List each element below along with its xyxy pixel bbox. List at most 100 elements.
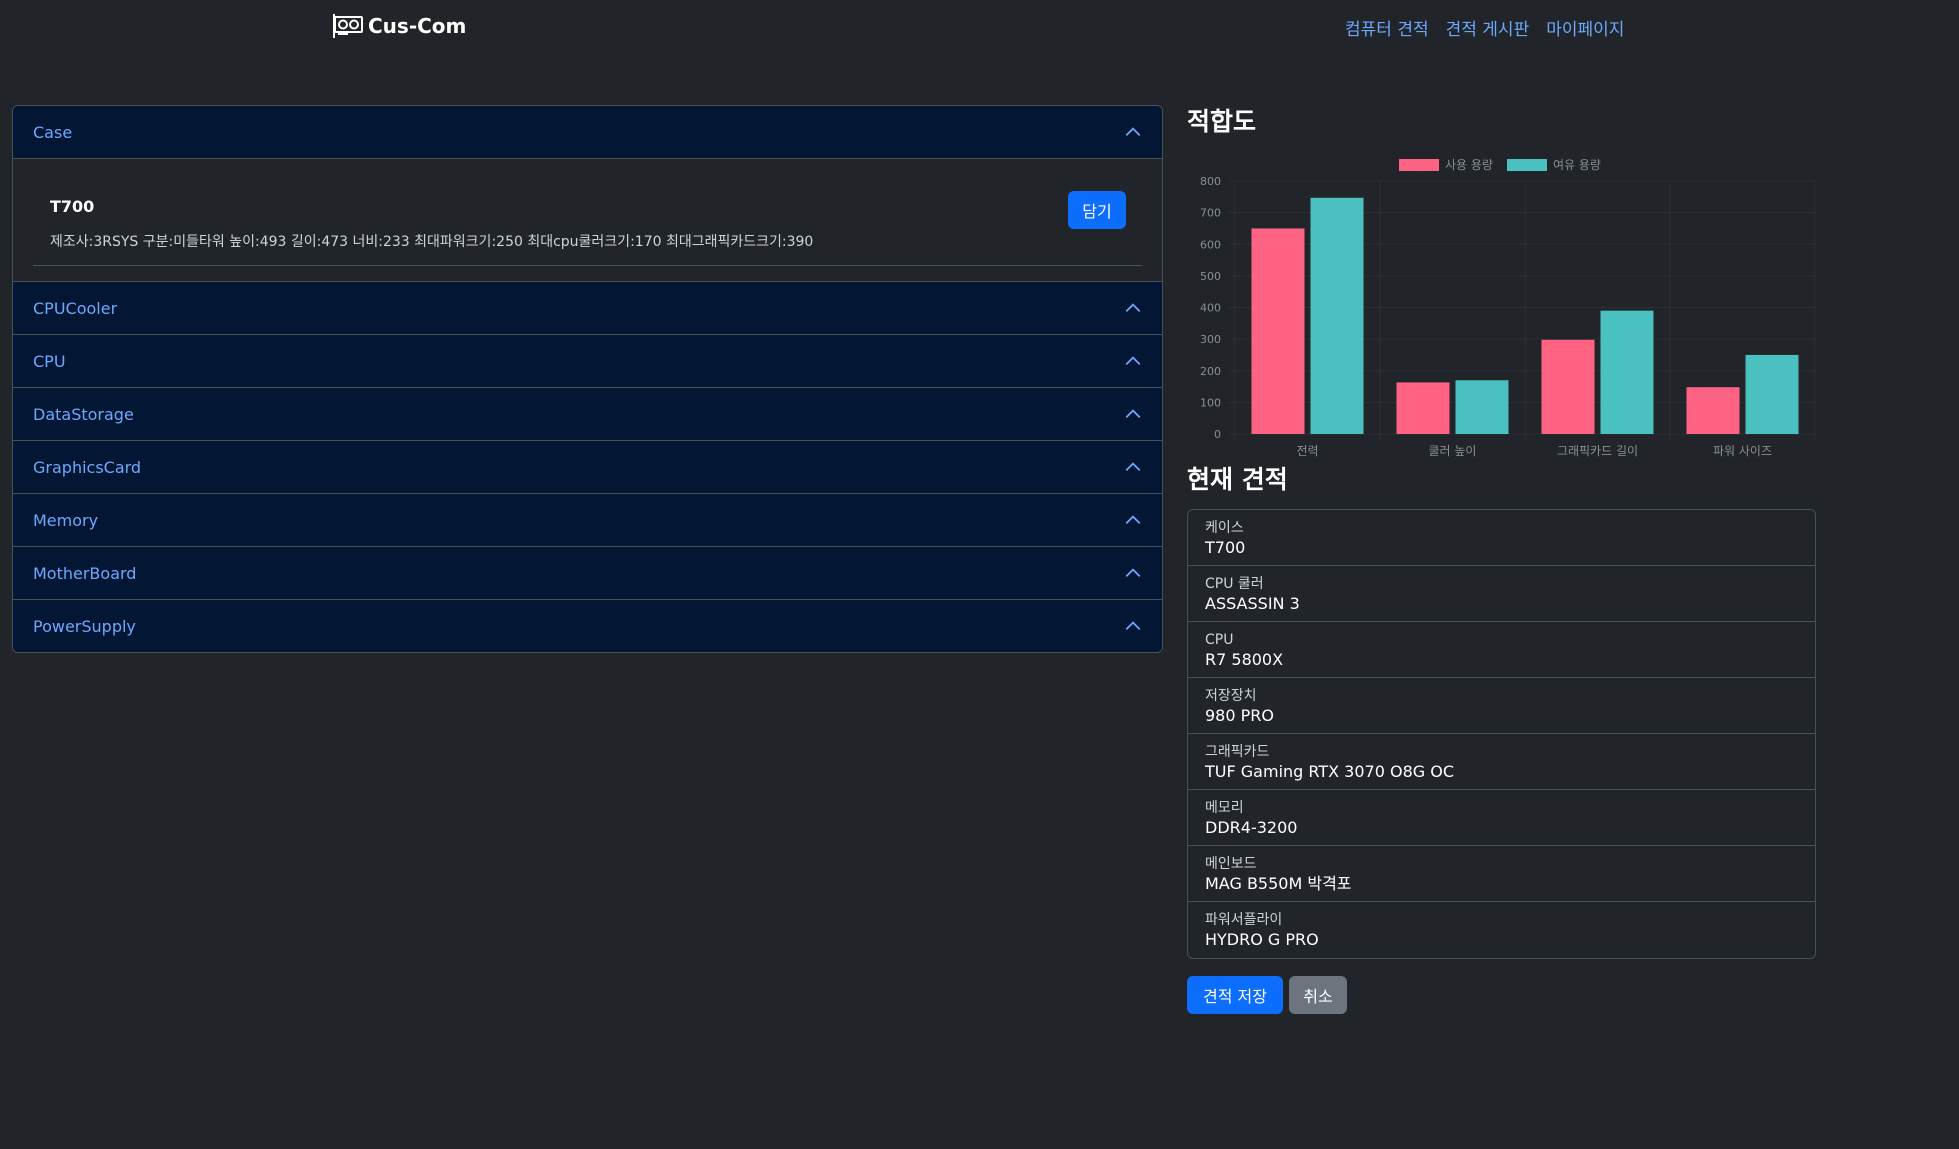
nav-link-build[interactable]: 컴퓨터 견적 xyxy=(1345,15,1429,40)
estimate-item-cpu: CPU R7 5800X xyxy=(1188,622,1815,678)
accordion-header-cpu[interactable]: CPU xyxy=(13,335,1162,387)
y-tick-label: 100 xyxy=(1200,396,1221,409)
estimate-label: 메모리 xyxy=(1205,800,1244,816)
estimate-label: 그래픽카드 xyxy=(1205,744,1270,760)
y-tick-label: 800 xyxy=(1200,175,1221,188)
product-spec: 제조사:3RSYS 구분:미들타워 높이:493 길이:473 너비:233 최… xyxy=(50,234,814,250)
accordion-title: CPUCooler xyxy=(33,298,118,318)
accordion-title: Case xyxy=(33,122,73,142)
chart-bar xyxy=(1455,380,1509,434)
nav-link-mypage[interactable]: 마이페이지 xyxy=(1546,15,1624,40)
estimate-label: CPU 쿨러 xyxy=(1205,576,1264,592)
legend-label: 사용 용량 xyxy=(1445,158,1493,172)
product-name: T700 xyxy=(50,197,95,216)
accordion-title: GraphicsCard xyxy=(33,457,142,477)
chevron-up-icon xyxy=(1125,515,1141,525)
estimate-value: HYDRO G PRO xyxy=(1205,930,1319,949)
accordion-body-case: T700 제조사:3RSYS 구분:미들타워 높이:493 길이:473 너비:… xyxy=(13,158,1162,281)
y-tick-label: 400 xyxy=(1200,302,1221,315)
product-item: T700 제조사:3RSYS 구분:미들타워 높이:493 길이:473 너비:… xyxy=(33,159,1142,266)
legend-swatch xyxy=(1399,159,1439,171)
accordion-item-case: Case T700 제조사:3RSYS 구분:미들타워 높이:493 길이:47… xyxy=(13,106,1162,282)
estimate-label: 메인보드 xyxy=(1205,856,1257,872)
graphics-card-icon xyxy=(333,14,363,38)
estimate-list: 케이스 T700 CPU 쿨러 ASSASSIN 3 CPU R7 5800X … xyxy=(1187,509,1816,959)
accordion-header-memory[interactable]: Memory xyxy=(13,494,1162,546)
accordion-title: PowerSupply xyxy=(33,616,136,636)
accordion-header-graphicscard[interactable]: GraphicsCard xyxy=(13,441,1162,493)
compat-bar-chart: 0 100 200 300 400 500 600 700 800 전력 쿨러 높이 그래픽카드 길이… xyxy=(1200,158,1816,458)
estimate-item-memory: 메모리 DDR4-3200 xyxy=(1188,790,1815,846)
y-tick-label: 200 xyxy=(1200,365,1221,378)
y-tick-label: 600 xyxy=(1200,238,1221,251)
estimate-value: TUF Gaming RTX 3070 O8G OC xyxy=(1205,762,1454,781)
estimate-value: MAG B550M 박격포 xyxy=(1205,874,1352,893)
accordion-item-graphicscard: GraphicsCard xyxy=(13,441,1162,494)
accordion-item-cpucooler: CPUCooler xyxy=(13,282,1162,335)
accordion-title: MotherBoard xyxy=(33,563,137,583)
estimate-item-case: 케이스 T700 xyxy=(1188,510,1815,566)
accordion-item-motherboard: MotherBoard xyxy=(13,547,1162,600)
y-tick-label: 0 xyxy=(1214,428,1221,441)
legend-label: 여유 용량 xyxy=(1553,158,1601,172)
x-tick-label: 그래픽카드 길이 xyxy=(1557,444,1638,458)
chart-bar xyxy=(1310,197,1364,434)
accordion-title: Memory xyxy=(33,510,99,530)
y-tick-label: 700 xyxy=(1200,207,1221,220)
accordion-header-cpucooler[interactable]: CPUCooler xyxy=(13,282,1162,334)
parts-accordion: Case T700 제조사:3RSYS 구분:미들타워 높이:493 길이:47… xyxy=(12,105,1163,653)
accordion-item-datastorage: DataStorage xyxy=(13,388,1162,441)
chevron-up-icon xyxy=(1125,568,1141,578)
chevron-up-icon xyxy=(1125,409,1141,419)
x-tick-label: 파워 사이즈 xyxy=(1713,444,1772,458)
chevron-up-icon xyxy=(1125,356,1141,366)
compat-chart: 0 100 200 300 400 500 600 700 800 전력 쿨러 높이 그래픽카드 길이… xyxy=(1185,150,1830,465)
estimate-value: DDR4-3200 xyxy=(1205,818,1298,837)
estimate-item-storage: 저장장치 980 PRO xyxy=(1188,678,1815,734)
estimate-item-motherboard: 메인보드 MAG B550M 박격포 xyxy=(1188,846,1815,902)
chart-bar xyxy=(1396,382,1450,434)
chart-bar xyxy=(1600,310,1654,434)
accordion-header-powersupply[interactable]: PowerSupply xyxy=(13,600,1162,652)
chart-bar xyxy=(1745,354,1799,434)
add-to-cart-button[interactable]: 담기 xyxy=(1068,191,1126,229)
estimate-title: 현재 견적 xyxy=(1187,465,1288,494)
chart-bar xyxy=(1686,387,1740,434)
accordion-header-case[interactable]: Case xyxy=(13,106,1162,158)
accordion-header-datastorage[interactable]: DataStorage xyxy=(13,388,1162,440)
chevron-up-icon xyxy=(1125,127,1141,137)
estimate-label: 파워서플라이 xyxy=(1205,912,1283,928)
estimate-value: 980 PRO xyxy=(1205,706,1274,725)
estimate-label: 저장장치 xyxy=(1205,688,1257,704)
chevron-up-icon xyxy=(1125,462,1141,472)
nav-link-board[interactable]: 견적 게시판 xyxy=(1446,15,1530,40)
chevron-up-icon xyxy=(1125,621,1141,631)
estimate-label: 케이스 xyxy=(1205,520,1244,536)
save-estimate-button[interactable]: 견적 저장 xyxy=(1187,976,1283,1014)
estimate-value: ASSASSIN 3 xyxy=(1205,594,1300,613)
brand-name: Cus-Com xyxy=(368,14,467,38)
accordion-header-motherboard[interactable]: MotherBoard xyxy=(13,547,1162,599)
y-tick-label: 300 xyxy=(1200,333,1221,346)
estimate-label: CPU xyxy=(1205,632,1234,648)
chart-bar xyxy=(1541,339,1595,434)
accordion-title: DataStorage xyxy=(33,404,134,424)
chevron-up-icon xyxy=(1125,303,1141,313)
navbar: Cus-Com 컴퓨터 견적 견적 게시판 마이페이지 xyxy=(0,0,1959,56)
estimate-value: T700 xyxy=(1205,538,1246,557)
accordion-item-memory: Memory xyxy=(13,494,1162,547)
cancel-button[interactable]: 취소 xyxy=(1289,976,1347,1014)
nav-links: 컴퓨터 견적 견적 게시판 마이페이지 xyxy=(1345,15,1624,40)
y-tick-label: 500 xyxy=(1200,270,1221,283)
estimate-item-graphicscard: 그래픽카드 TUF Gaming RTX 3070 O8G OC xyxy=(1188,734,1815,790)
accordion-item-cpu: CPU xyxy=(13,335,1162,388)
estimate-item-cpucooler: CPU 쿨러 ASSASSIN 3 xyxy=(1188,566,1815,622)
accordion-title: CPU xyxy=(33,351,66,371)
compat-title: 적합도 xyxy=(1187,107,1257,136)
brand-link[interactable]: Cus-Com xyxy=(332,12,466,40)
x-tick-label: 전력 xyxy=(1296,444,1318,458)
estimate-item-powersupply: 파워서플라이 HYDRO G PRO xyxy=(1188,902,1815,958)
legend-swatch xyxy=(1507,159,1547,171)
x-tick-label: 쿨러 높이 xyxy=(1429,444,1477,458)
estimate-value: R7 5800X xyxy=(1205,650,1284,669)
